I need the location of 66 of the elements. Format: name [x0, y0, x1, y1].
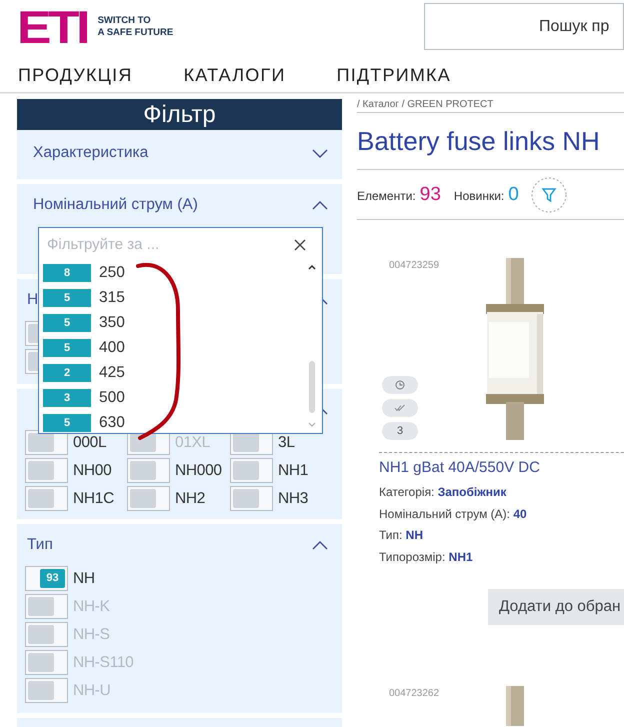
option-label[interactable]: 350 — [99, 314, 125, 332]
clock-icon — [395, 380, 405, 390]
option-label[interactable]: 3L — [278, 434, 295, 452]
stat-value: 93 — [420, 184, 441, 206]
option-label[interactable]: 000L — [73, 434, 106, 452]
check-icon — [394, 404, 406, 412]
option-label[interactable]: NH1 — [278, 462, 308, 480]
chevron-icon[interactable] — [312, 200, 328, 210]
count-badge[interactable]: 3 — [382, 422, 418, 440]
product-attribute: Тип: NH — [379, 528, 424, 544]
filter-title: Фільтр — [17, 99, 342, 130]
product-attribute: Категорія: Запобіжник — [379, 485, 508, 501]
checkbox[interactable] — [25, 458, 68, 483]
page-title: Battery fuse links NH — [357, 125, 601, 158]
count-badge: 93 — [40, 569, 65, 588]
add-to-favorites-button[interactable]: Додати до обран — [488, 589, 624, 625]
count-badge: 2 — [43, 364, 91, 382]
option-label[interactable]: 500 — [99, 389, 125, 407]
stat-value: 0 — [508, 184, 519, 206]
product-attribute: Типорозмір: NH1 — [379, 550, 474, 566]
section-title[interactable]: Номінальний струм (А) — [33, 196, 198, 214]
close-icon[interactable] — [294, 238, 306, 250]
search-field[interactable]: Пошук пр — [424, 3, 624, 50]
tagline-text: A SAFE FUTURE — [98, 27, 174, 39]
checkbox[interactable] — [25, 486, 68, 511]
nav-link[interactable]: ПІДТРИМКА — [336, 64, 451, 86]
checkbox[interactable] — [127, 458, 170, 483]
count-badge: 5 — [43, 314, 91, 332]
option-label[interactable]: NH2 — [175, 490, 206, 508]
count-badge: 5 — [43, 414, 91, 432]
checkbox[interactable] — [230, 486, 273, 511]
product-code: 004723262 — [388, 688, 440, 699]
option-label[interactable]: 400 — [99, 339, 125, 357]
compare-button[interactable] — [382, 399, 418, 417]
option-label[interactable]: NH000 — [175, 462, 222, 480]
option-label[interactable]: NH3 — [278, 490, 308, 508]
count-badge: 8 — [43, 264, 91, 282]
tagline-text: SWITCH TO — [98, 15, 152, 27]
nav-link[interactable]: ПРОДУКЦІЯ — [18, 64, 133, 86]
checkbox[interactable] — [127, 486, 170, 511]
stat-label: Новинки: — [454, 188, 504, 202]
count-badge: 5 — [43, 289, 91, 307]
option-label[interactable]: 425 — [99, 364, 125, 382]
checkbox[interactable] — [230, 458, 273, 483]
section-title[interactable]: Тип — [27, 536, 53, 554]
count-badge: 3 — [43, 389, 91, 407]
count-badge: 5 — [43, 339, 91, 357]
option-label[interactable]: NH00 — [73, 462, 112, 480]
option-label[interactable]: 315 — [99, 289, 125, 307]
option-label[interactable]: 630 — [99, 414, 125, 432]
option-label[interactable]: NH — [73, 570, 95, 588]
product-name[interactable]: NH1 gBat 40A/550V DC — [379, 459, 624, 476]
chevron-icon[interactable] — [312, 148, 328, 158]
logo[interactable]: ETI — [17, 6, 88, 48]
breadcrumb[interactable]: / Каталог / GREEN PROTECT — [357, 99, 624, 112]
product-attribute: Номінальний струм (А): 40 — [379, 506, 528, 522]
filter-icon[interactable] — [530, 176, 568, 214]
product-code: 004723259 — [388, 260, 440, 271]
option-label[interactable]: 250 — [99, 264, 125, 282]
stat-label: Елементи: — [357, 188, 416, 202]
chevron-icon[interactable] — [312, 540, 328, 550]
section-title[interactable]: Характеристика — [33, 144, 148, 162]
option-label[interactable]: NH1C — [73, 490, 114, 508]
history-button[interactable] — [382, 376, 418, 394]
section-title[interactable]: Н — [27, 291, 38, 309]
nav-link[interactable]: КАТАЛОГИ — [184, 64, 286, 86]
